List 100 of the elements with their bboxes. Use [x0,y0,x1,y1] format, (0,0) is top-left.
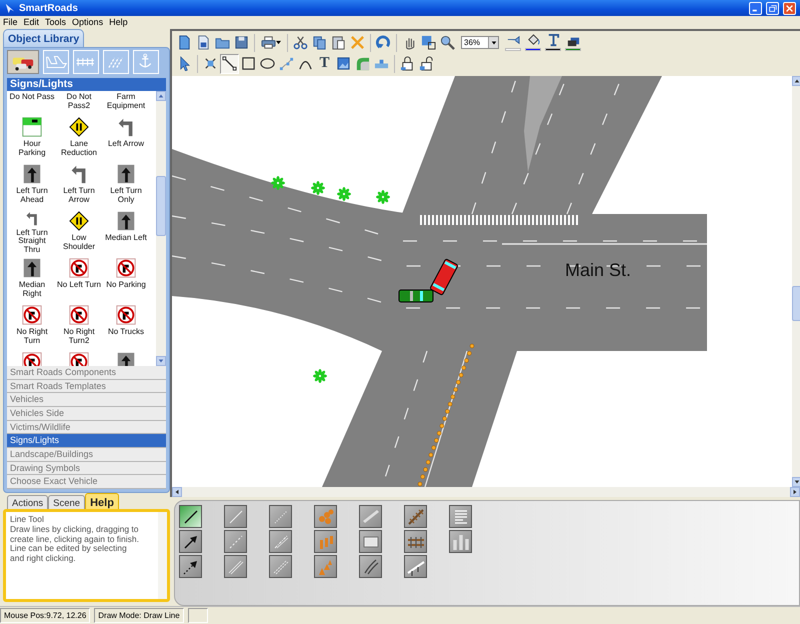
sign-item[interactable]: Low Shoulder [56,208,102,255]
sign-item[interactable]: Left Turn Arrow [56,161,102,208]
dashed-line-tool-button[interactable] [224,530,247,553]
category-item[interactable]: Choose Exact Vehicle [7,475,166,489]
scroll-down-button[interactable] [156,356,166,366]
drawing-canvas[interactable]: Main St. [172,76,792,487]
category-item[interactable]: Vehicles Side [7,406,166,421]
zoom-select[interactable]: 36% [461,36,499,49]
sign-item[interactable]: No Parking [103,255,149,302]
menu-item[interactable]: File [0,16,21,30]
traffic-cones-tool-button[interactable] [314,555,337,578]
scroll-right-button[interactable] [790,487,800,497]
help-title: Line Tool [10,515,45,525]
posts-tool-button[interactable] [314,530,337,553]
line-tool-button[interactable] [220,54,239,74]
sign-item[interactable]: No Trucks [103,302,149,349]
sign-item[interactable]: Left Turn Only [103,161,149,208]
paint-bucket-button[interactable] [523,32,543,52]
category-item[interactable]: Landscape/Buildings [7,448,166,462]
double-line-tool-button[interactable] [224,555,247,578]
scrollbar-thumb[interactable] [792,286,800,321]
bar-chart-tool-button[interactable] [449,530,472,553]
railing-tool-button[interactable] [404,555,427,578]
sign-item[interactable]: Left Turn Ahead [9,161,55,208]
railroad-track-tool-button[interactable] [404,530,427,553]
category-item[interactable]: Victims/Wildlife [7,420,166,434]
sign-item[interactable]: Median Left [103,208,149,255]
node-edit-icon [203,56,218,71]
sign-item[interactable]: Lane Reduction [56,114,102,161]
skid-marks-tool-button[interactable] [359,555,382,578]
sign-item[interactable]: Left Arrow [103,114,149,161]
car-drawing[interactable] [398,290,434,302]
turn-sign-icon [21,163,43,185]
scroll-down-button[interactable] [792,477,800,487]
category-item[interactable]: Smart Roads Templates [7,380,166,394]
scrollbar[interactable] [170,487,800,497]
category-item[interactable]: Vehicles [7,393,166,407]
sign-item[interactable]: Hour Parking [9,114,55,161]
arrow-tool-button[interactable] [179,530,202,553]
polyline-icon [279,56,294,71]
sign-item[interactable]: Left Turn Straight Thru [9,208,55,255]
panel-tab[interactable]: Help [85,493,119,509]
ellipse-icon [260,56,275,71]
clipboard-icon [331,35,346,50]
scrollbar[interactable] [156,91,166,366]
shrub-icon[interactable] [271,176,285,190]
scrollbar-thumb[interactable] [156,176,166,236]
guardrail-tool-button[interactable] [359,505,382,528]
prohibition-sign-icon [68,257,90,279]
panel-tab[interactable]: Scene [48,495,86,509]
panel-tab[interactable]: Object Library [3,29,84,47]
category-tab[interactable] [7,50,39,74]
category-item[interactable]: Drawing Symbols [7,462,166,476]
status-panel [188,608,208,623]
cones-tool-button[interactable] [314,505,337,528]
sign-item[interactable]: Farm Equipment [103,91,149,114]
dotted-line-tool-button[interactable] [269,505,292,528]
magnifier-icon [440,35,455,50]
category-item[interactable]: Smart Roads Components [7,366,166,380]
double-dashed-line-tool-button[interactable] [269,555,292,578]
restore-button[interactable] [766,2,779,14]
close-button[interactable] [783,2,796,14]
document-icon [196,35,211,50]
sign-item[interactable]: No Right Turn [9,302,55,349]
zoom-window-icon [421,35,436,50]
sign-item[interactable]: Do Not Pass [9,91,55,114]
sign-item[interactable]: Do Not Pass2 [56,91,102,114]
sign-item[interactable]: No Left Turn [56,255,102,302]
menu-item[interactable]: Tools [42,16,70,30]
panel-tab[interactable]: Actions [7,495,48,509]
text-lines-tool-button[interactable] [449,505,472,528]
sign-item[interactable]: Median Right [9,255,55,302]
turn-sign-icon [115,163,137,185]
dash-dot-line-tool-button[interactable] [269,530,292,553]
status-text: Draw Mode: Draw Line [94,608,184,623]
category-item[interactable]: Signs/Lights [7,434,166,448]
barrier-tool-button[interactable] [359,530,382,553]
scrollbar[interactable] [792,76,800,487]
scissors-icon [293,35,308,50]
menu-item[interactable]: Edit [20,16,42,30]
sign-item[interactable]: No Right Turn2 [56,302,102,349]
menu-item[interactable]: Options [69,16,106,30]
dashed-arrow-tool-button[interactable] [179,555,202,578]
help-text: Line can be edited by selecting and right clicking. [10,544,128,564]
left-arrow-icon [174,489,180,495]
diagonal-line-tool-button[interactable] [179,505,202,528]
railroad-track-tool-button[interactable] [404,505,427,528]
menu-item[interactable]: Help [106,16,131,30]
scrollbar[interactable] [158,512,167,599]
scroll-left-button[interactable] [172,487,182,497]
scroll-up-button[interactable] [792,76,800,86]
text-tool-button[interactable]: T [315,54,334,74]
street-label[interactable]: Main St. [565,260,632,280]
crosswalk[interactable] [420,215,580,225]
text-color-button[interactable] [543,32,563,52]
prohibition-sign-icon [68,304,90,326]
unlock-icon [419,56,434,71]
status-text: Mouse Pos:9.72, 12.26 [0,608,90,623]
delete-icon [350,35,365,50]
minimize-button[interactable] [749,2,762,14]
